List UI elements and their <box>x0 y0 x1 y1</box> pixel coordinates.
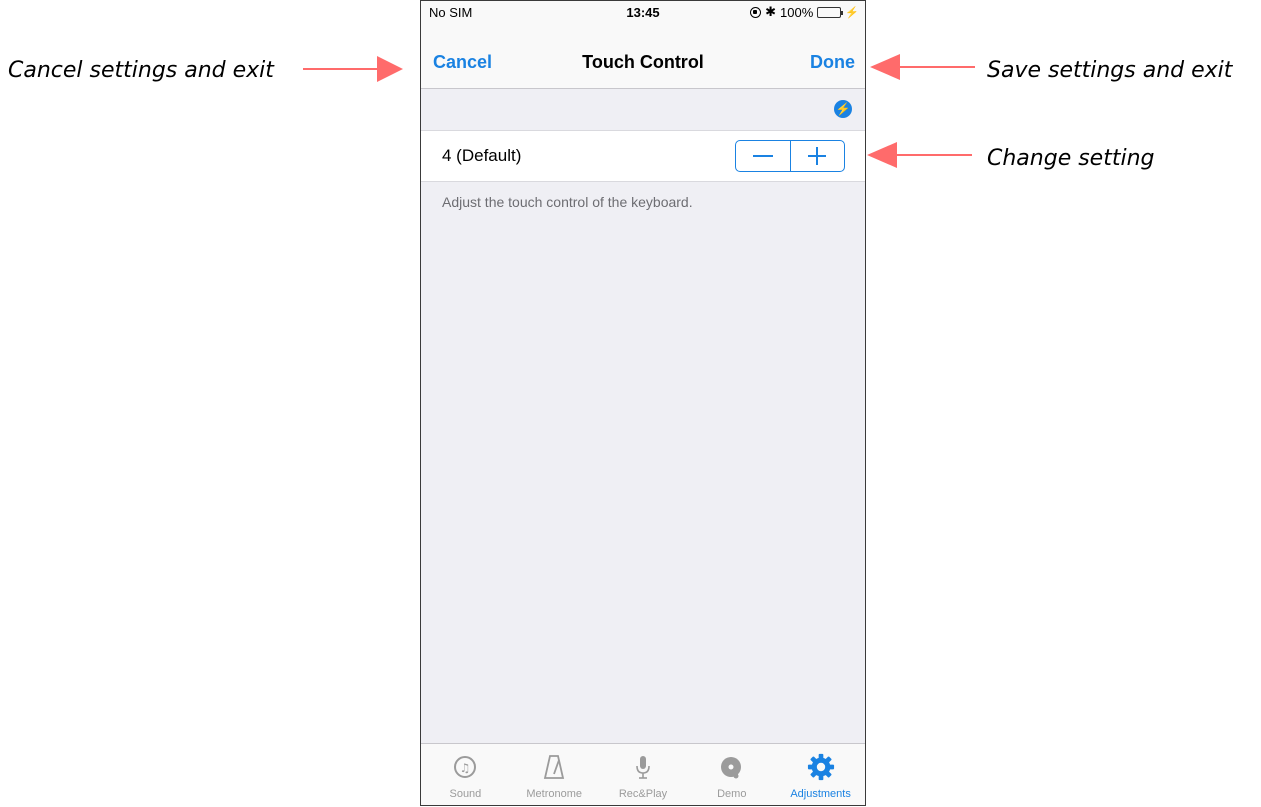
increment-button[interactable] <box>789 141 845 171</box>
tab-demo[interactable]: Demo <box>687 744 776 805</box>
tab-label: Rec&Play <box>618 788 668 800</box>
phone-screen: No SIM 13:45 ✱ 100% ⚡ Cancel Touch Contr… <box>420 0 866 806</box>
sound-icon: ♫ <box>451 753 479 781</box>
tab-label: Sound <box>449 788 482 800</box>
tab-recplay[interactable]: Rec&Play <box>599 744 688 805</box>
annotation-arrow-cancel <box>303 56 403 82</box>
demo-disc-icon <box>718 753 746 781</box>
metronome-icon <box>540 753 568 781</box>
battery-icon <box>817 6 844 18</box>
status-bar: No SIM 13:45 ✱ 100% ⚡ <box>421 1 865 23</box>
page-title: Touch Control <box>582 52 704 72</box>
tab-label: Adjustments <box>790 788 851 800</box>
navigation-bar: Cancel Touch Control Done <box>421 23 865 89</box>
tab-bar: ♫ Sound Metronome Rec&Play Demo Adjustme… <box>421 743 865 805</box>
bluetooth-icon: ✱ <box>765 4 777 19</box>
tab-label: Demo <box>717 788 747 800</box>
tab-sound[interactable]: ♫ Sound <box>421 744 510 805</box>
setting-description: Adjust the touch control of the keyboard… <box>442 194 693 210</box>
tab-metronome[interactable]: Metronome <box>510 744 599 805</box>
status-right: ✱ 100% ⚡ <box>750 4 859 20</box>
decrement-button[interactable] <box>736 141 790 171</box>
annotation-arrow-change <box>867 142 972 168</box>
plus-icon <box>808 147 827 165</box>
tab-label: Metronome <box>526 788 583 800</box>
minus-icon <box>752 155 773 157</box>
annotation-done: Save settings and exit <box>987 58 1233 83</box>
annotation-arrow-done <box>870 54 975 80</box>
annotation-cancel: Cancel settings and exit <box>8 58 274 83</box>
annotation-change: Change setting <box>987 146 1155 171</box>
done-button[interactable]: Done <box>810 52 855 73</box>
battery-percent: 100% <box>780 4 814 20</box>
microphone-icon <box>629 753 657 781</box>
gear-icon <box>807 753 835 781</box>
rotation-lock-icon <box>750 6 762 18</box>
setting-value: 4 (Default) <box>442 146 522 165</box>
value-stepper <box>735 140 845 172</box>
bluetooth-midi-icon[interactable]: ⚡ <box>834 100 852 118</box>
svg-text:♫: ♫ <box>460 761 471 775</box>
charging-icon: ⚡ <box>845 6 859 19</box>
touch-control-row: 4 (Default) <box>421 130 865 182</box>
tab-adjustments[interactable]: Adjustments <box>776 744 865 805</box>
